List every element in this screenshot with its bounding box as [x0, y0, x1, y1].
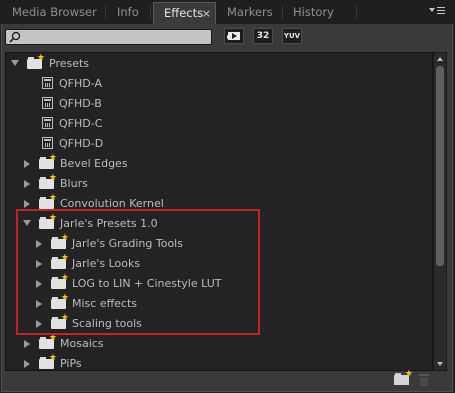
yuv-effects-button[interactable]: YUV — [282, 28, 302, 44]
disclosure-triangle-expanded-icon[interactable] — [23, 220, 31, 226]
accelerated-effects-icon — [227, 32, 240, 40]
tab-history[interactable]: History — [282, 2, 352, 24]
tree-item-misc-effects[interactable]: ★ Misc effects — [6, 294, 432, 314]
new-custom-bin-icon[interactable]: ★ — [394, 370, 413, 386]
tree-item-label: Jarle's Presets 1.0 — [60, 217, 158, 230]
tab-markers[interactable]: Markers — [216, 2, 282, 24]
tab-bar: Media Browser Info Effects × Markers His… — [0, 0, 455, 25]
tree-item-label: Bevel Edges — [60, 157, 128, 170]
tree-item-label: PiPs — [60, 357, 82, 370]
tree-item-label: QFHD-C — [59, 117, 103, 130]
bin-folder-icon: ★ — [51, 234, 69, 249]
bin-folder-icon: ★ — [39, 154, 57, 169]
bin-folder-icon: ★ — [51, 294, 69, 309]
tree-item-label: Presets — [49, 57, 90, 70]
tree-item-convolution-kernel[interactable]: ★ Convolution Kernel — [6, 194, 432, 214]
tab-label: Markers — [227, 5, 273, 19]
bin-folder-icon: ★ — [27, 54, 45, 69]
effects-panel: Media Browser Info Effects × Markers His… — [0, 0, 455, 393]
tree-item-qfhd-b[interactable]: QFHD-B — [6, 94, 432, 114]
tree-item-label: QFHD-B — [59, 97, 102, 110]
tree-item-qfhd-a[interactable]: QFHD-A — [6, 74, 432, 94]
preset-icon — [42, 117, 53, 129]
tab-media-browser[interactable]: Media Browser — [1, 2, 113, 24]
tree-item-blurs[interactable]: ★ Blurs — [6, 174, 432, 194]
tab-effects[interactable]: Effects × — [153, 2, 216, 25]
tab-label: Effects — [164, 6, 204, 20]
tree-item-label: Convolution Kernel — [60, 197, 164, 210]
tree-item-label: Scaling tools — [72, 317, 142, 330]
chevron-down-icon — [429, 8, 435, 12]
disclosure-triangle-collapsed-icon[interactable] — [36, 240, 42, 248]
tree-item-qfhd-c[interactable]: QFHD-C — [6, 114, 432, 134]
scrollbar-thumb[interactable] — [436, 66, 444, 266]
tree-item-jarles-looks[interactable]: ★ Jarle's Looks — [6, 254, 432, 274]
tree-item-label: LOG to LIN + Cinestyle LUT — [72, 277, 222, 290]
disclosure-triangle-collapsed-icon[interactable] — [36, 320, 42, 328]
tab-info[interactable]: Info — [106, 2, 150, 24]
tab-label: Media Browser — [12, 5, 97, 19]
bin-folder-icon: ★ — [39, 194, 57, 209]
search-icon — [9, 31, 21, 43]
panel-menu-button[interactable] — [429, 5, 445, 19]
search-input[interactable] — [24, 30, 208, 44]
tree-item-label: QFHD-D — [59, 137, 104, 150]
tree-item-label: Jarle's Looks — [72, 257, 141, 270]
menu-icon — [437, 7, 445, 15]
tree-item-scaling-tools[interactable]: ★ Scaling tools — [6, 314, 432, 334]
32-bit-effects-button[interactable]: 32 — [253, 28, 273, 44]
bin-folder-icon: ★ — [39, 214, 57, 229]
tree-item-pips[interactable]: ★ PiPs — [6, 354, 432, 370]
disclosure-triangle-collapsed-icon[interactable] — [36, 260, 42, 268]
effects-tree: ★ Presets QFHD-A QFHD-B QFHD-C QFHD-D ★ … — [5, 52, 433, 371]
tree-item-mosaics[interactable]: ★ Mosaics — [6, 334, 432, 354]
disclosure-triangle-collapsed-icon[interactable] — [24, 360, 30, 368]
disclosure-triangle-collapsed-icon[interactable] — [36, 280, 42, 288]
tree-item-bevel-edges[interactable]: ★ Bevel Edges — [6, 154, 432, 174]
bin-folder-icon: ★ — [51, 254, 69, 269]
scroll-up-arrow-icon[interactable] — [437, 57, 443, 61]
tab-label: History — [293, 5, 334, 19]
tab-divider — [150, 6, 151, 19]
tree-item-label: Mosaics — [60, 337, 104, 350]
disclosure-triangle-collapsed-icon[interactable] — [24, 180, 30, 188]
bin-folder-icon: ★ — [51, 274, 69, 289]
tree-item-label: Misc effects — [72, 297, 138, 310]
preset-icon — [42, 137, 53, 149]
tree-item-jarles-presets[interactable]: ★ Jarle's Presets 1.0 — [6, 214, 432, 234]
bin-folder-icon: ★ — [39, 354, 57, 369]
trash-icon[interactable] — [419, 374, 429, 386]
bin-folder-icon: ★ — [39, 174, 57, 189]
bin-folder-icon: ★ — [39, 334, 57, 349]
tree-item-label: Jarle's Grading Tools — [72, 237, 183, 250]
tab-divider — [356, 6, 357, 19]
disclosure-triangle-collapsed-icon[interactable] — [36, 300, 42, 308]
tree-item-label: Blurs — [60, 177, 88, 190]
tree-item-presets[interactable]: ★ Presets — [6, 54, 432, 74]
disclosure-triangle-collapsed-icon[interactable] — [24, 160, 30, 168]
tree-item-label: QFHD-A — [59, 77, 102, 90]
tree-item-qfhd-d[interactable]: QFHD-D — [6, 134, 432, 154]
disclosure-triangle-expanded-icon[interactable] — [11, 60, 19, 66]
bin-folder-icon: ★ — [51, 314, 69, 329]
vertical-scrollbar[interactable] — [433, 52, 447, 371]
accelerated-effects-button[interactable] — [224, 28, 244, 44]
close-icon[interactable]: × — [202, 3, 211, 24]
search-field[interactable] — [5, 29, 212, 45]
tree-item-jarles-grading-tools[interactable]: ★ Jarle's Grading Tools — [6, 234, 432, 254]
tab-label: Info — [117, 5, 139, 19]
scroll-down-arrow-icon[interactable] — [437, 362, 443, 366]
preset-icon — [42, 97, 53, 109]
disclosure-triangle-collapsed-icon[interactable] — [24, 340, 30, 348]
tree-item-log-to-lin[interactable]: ★ LOG to LIN + Cinestyle LUT — [6, 274, 432, 294]
preset-icon — [42, 77, 53, 89]
disclosure-triangle-collapsed-icon[interactable] — [24, 200, 30, 208]
